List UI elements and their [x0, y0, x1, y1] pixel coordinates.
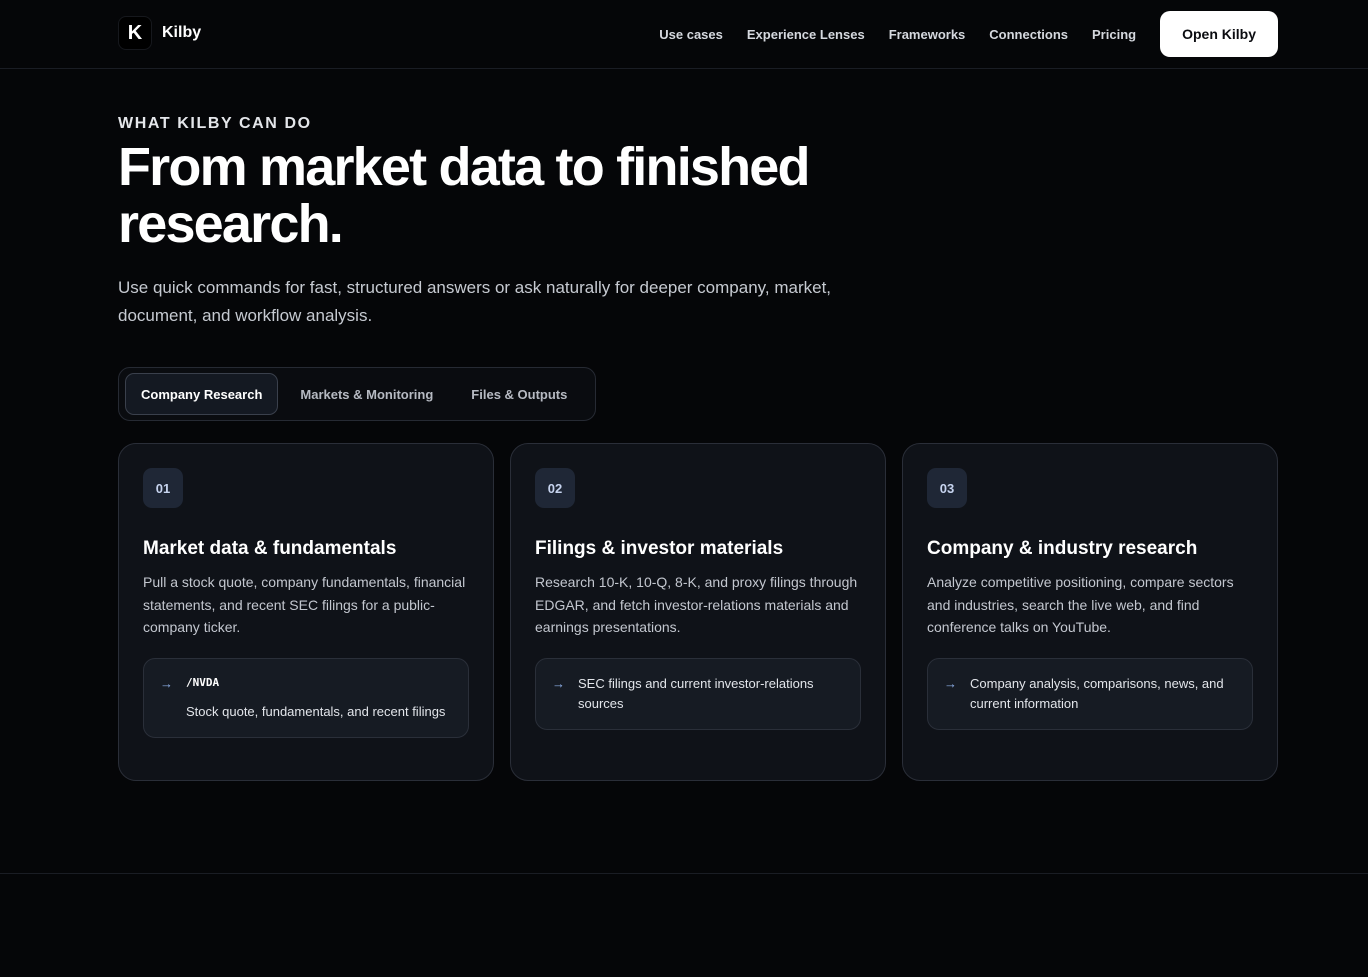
feature-card-company-industry: 03 Company & industry research Analyze c…: [902, 443, 1278, 781]
arrow-right-icon: →: [552, 675, 565, 691]
card-title: Company & industry research: [927, 538, 1198, 559]
example-command-box[interactable]: → /NVDA Stock quote, fundamentals, and r…: [143, 657, 469, 738]
page-title: From market data to finished research.: [118, 137, 811, 254]
tab-files-outputs[interactable]: Files & Outputs: [471, 387, 567, 402]
example-command: /NVDA: [186, 675, 220, 689]
feature-card-filings: 02 Filings & investor materials Research…: [510, 443, 886, 781]
example-description: Stock quote, fundamentals, and recent fi…: [186, 703, 446, 719]
card-title: Market data & fundamentals: [143, 538, 397, 559]
page-subtitle: Use quick commands for fast, structured …: [118, 278, 832, 325]
page: K Kilby Use cases Experience Lenses Fram…: [0, 0, 1368, 977]
section-divider: [0, 873, 1368, 874]
tab-markets-monitoring[interactable]: Markets & Monitoring: [300, 387, 433, 402]
feature-card-market-data: 01 Market data & fundamentals Pull a sto…: [118, 443, 494, 781]
nav-link-connections[interactable]: Connections: [989, 27, 1068, 42]
brand-link[interactable]: K Kilby: [118, 16, 201, 50]
example-body: SEC filings and current investor-relatio…: [578, 674, 844, 714]
card-number-badge: 02: [535, 468, 575, 508]
tab-company-research[interactable]: Company Research: [125, 373, 279, 415]
card-number-badge: 01: [143, 468, 183, 508]
example-command-box[interactable]: → SEC filings and current investor-relat…: [535, 657, 861, 730]
nav-link-frameworks[interactable]: Frameworks: [889, 27, 966, 42]
example-body: Company analysis, comparisons, news, and…: [970, 674, 1236, 714]
site-header: K Kilby Use cases Experience Lenses Fram…: [0, 0, 1368, 69]
card-description: Analyze competitive positioning, compare…: [927, 574, 1234, 635]
card-title: Filings & investor materials: [535, 538, 784, 559]
card-description: Research 10-K, 10-Q, 8-K, and proxy fili…: [535, 574, 858, 635]
main-nav: Use cases Experience Lenses Frameworks C…: [659, 11, 1278, 57]
nav-link-use-cases[interactable]: Use cases: [659, 27, 723, 42]
example-command-box[interactable]: → Company analysis, comparisons, news, a…: [927, 657, 1253, 730]
arrow-right-icon: →: [160, 675, 173, 691]
example-description: Company analysis, comparisons, news, and…: [970, 675, 1224, 711]
card-description: Pull a stock quote, company fundamentals…: [143, 574, 466, 635]
open-kilby-button[interactable]: Open Kilby: [1160, 11, 1278, 57]
nav-link-experience-lenses[interactable]: Experience Lenses: [747, 27, 865, 42]
section-eyebrow: WHAT KILBY CAN DO: [118, 115, 312, 132]
nav-link-pricing[interactable]: Pricing: [1092, 27, 1136, 42]
category-tabs: Company Research Markets & Monitoring Fi…: [118, 367, 596, 421]
brand-name: Kilby: [162, 24, 202, 41]
card-number-badge: 03: [927, 468, 967, 508]
example-description: SEC filings and current investor-relatio…: [578, 675, 814, 711]
kilby-logo-icon: K: [118, 16, 152, 50]
arrow-right-icon: →: [944, 675, 957, 691]
example-body: /NVDA Stock quote, fundamentals, and rec…: [186, 674, 452, 722]
